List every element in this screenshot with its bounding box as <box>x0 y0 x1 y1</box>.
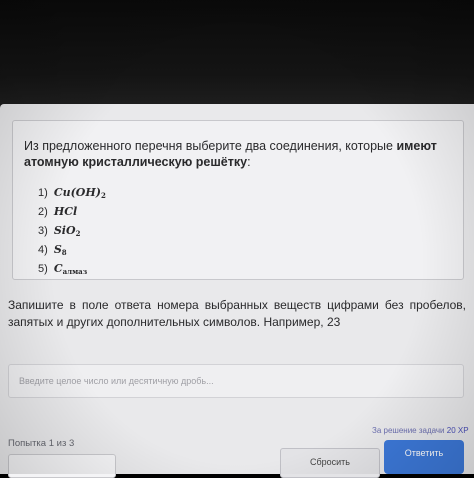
reward-label: За решение задачи 20 XP <box>372 426 469 435</box>
option-number: 5) <box>38 263 48 275</box>
option-item: 1) Cu(OH)2 <box>38 183 238 202</box>
option-item: 3) SiO2 <box>38 221 238 240</box>
secondary-button[interactable] <box>8 454 116 478</box>
attempt-counter: Попытка 1 из 3 <box>8 438 75 449</box>
option-item: 2) HCl <box>38 202 238 221</box>
option-number: 3) <box>38 225 48 237</box>
monitor-bezel <box>0 0 474 106</box>
option-item: 5) Cалмаз <box>38 259 238 278</box>
options-list: 1) Cu(OH)2 2) HCl 3) SiO2 4) S8 5) Cалма… <box>38 183 238 278</box>
option-formula: S8 <box>53 243 67 257</box>
submit-button[interactable]: Ответить <box>384 440 464 474</box>
reward-text: За решение задачи <box>372 426 445 435</box>
question-text: Из предложенного перечня выберите два со… <box>24 138 460 170</box>
option-item: 4) S8 <box>38 240 238 259</box>
question-text-start: Из предложенного перечня выберите два со… <box>24 139 393 153</box>
option-formula: Cu(OH)2 <box>53 186 106 200</box>
question-text-end: : <box>247 155 251 169</box>
reward-xp: 20 XP <box>446 426 469 435</box>
option-formula: SiO2 <box>53 224 81 238</box>
option-number: 4) <box>38 244 48 256</box>
option-formula: HCl <box>53 205 78 218</box>
option-number: 1) <box>38 187 48 199</box>
answer-instruction: Запишите в поле ответа номера выбранных … <box>8 298 466 329</box>
option-formula: Cалмаз <box>53 262 88 276</box>
option-number: 2) <box>38 206 48 218</box>
answer-input[interactable] <box>8 364 464 398</box>
